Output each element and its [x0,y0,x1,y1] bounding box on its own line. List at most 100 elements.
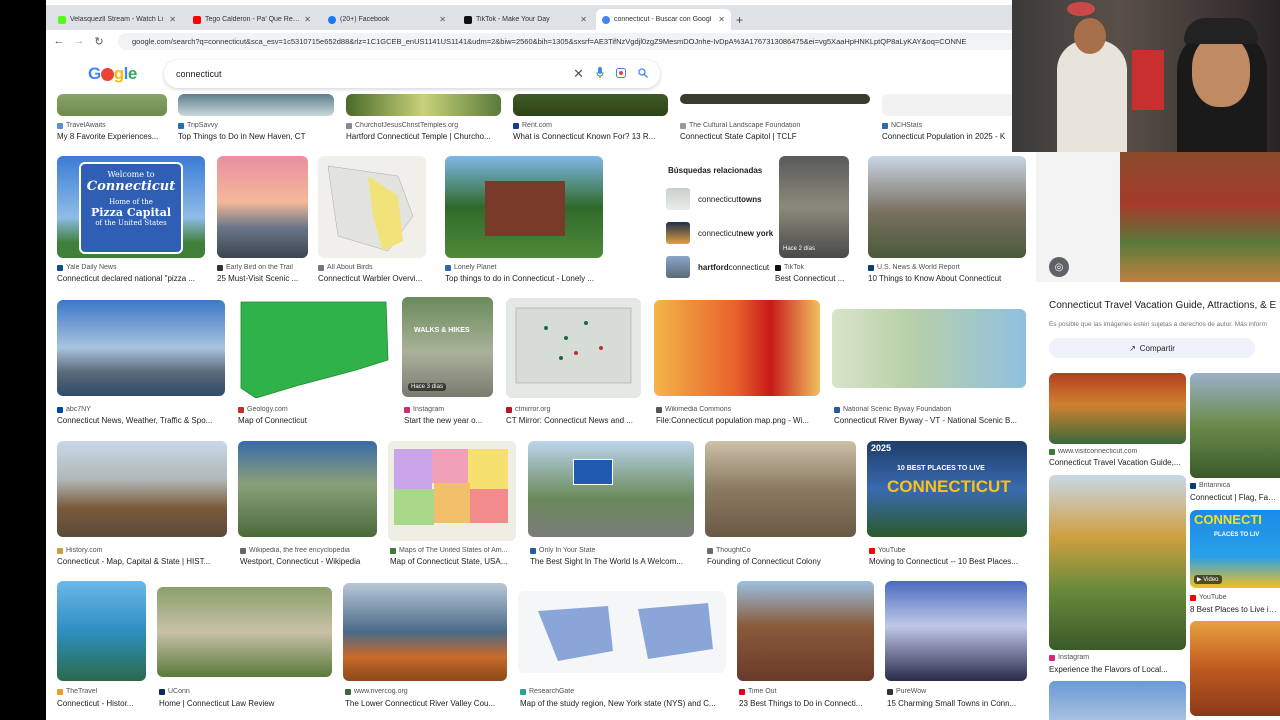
reload-icon[interactable]: ↻ [89,35,109,48]
result-image[interactable] [868,156,1026,258]
result-image[interactable] [513,94,668,116]
close-icon[interactable]: ✕ [439,15,446,24]
address-bar[interactable]: google.com/search?q=connecticut&sca_esv=… [118,33,1018,50]
related-title[interactable]: Experience the Flavors of Local... [1049,665,1186,674]
result-image-instagram[interactable]: WALKS & HIKES Hace 3 días [402,297,493,397]
result-title[interactable]: Top Things to Do in New Haven, CT [178,132,338,141]
search-box[interactable]: connecticut ✕ [164,60,660,88]
result-title[interactable]: Connecticut - Map, Capital & State | HIS… [57,557,229,566]
new-tab-button[interactable]: + [736,13,743,27]
result-title[interactable]: The Lower Connecticut River Valley Cou..… [345,699,509,708]
related-image[interactable] [1190,373,1280,478]
result-image[interactable] [57,441,227,537]
result-title[interactable]: What is Connecticut Known For? 13 R... [513,132,671,141]
result-title[interactable]: My 8 Favorite Experiences... [57,132,167,141]
result-title[interactable]: The Best Sight In The World Is A Welcom.… [530,557,690,566]
result-title[interactable]: CT Mirror: Connecticut News and ... [506,416,646,425]
video-age-badge: Hace 3 días [408,383,447,391]
result-title[interactable]: Founding of Connecticut Colony [707,557,858,566]
result-title[interactable]: Map of Connecticut State, USA... [390,557,522,566]
result-title[interactable]: File:Connecticut population map.png - Wi… [656,416,822,425]
result-image[interactable] [885,581,1027,681]
related-image[interactable] [1049,373,1186,444]
result-title[interactable]: Connecticut River Byway - VT - National … [834,416,1028,425]
result-image[interactable] [445,156,603,258]
back-icon[interactable]: ← [49,35,69,47]
microphone-icon[interactable] [596,67,604,81]
clear-icon[interactable]: ✕ [573,66,584,82]
forward-icon[interactable]: → [69,35,89,47]
result-image-welcome-sign[interactable]: Welcome to Connecticut Home of the Pizza… [57,156,205,258]
related-image-youtube[interactable]: CONNECTI PLACES TO LIV ▶ Video [1190,510,1280,588]
result-image-green-map[interactable] [236,298,391,398]
result-title[interactable]: Connecticut News, Weather, Traffic & Spo… [57,416,227,425]
result-title[interactable]: Map of the study region, New York state … [520,699,728,708]
result-image[interactable] [57,581,146,681]
tab-google-active[interactable]: connecticut - Buscar con Googl ✕ [596,9,731,30]
result-title[interactable]: Westport, Connecticut - Wikipedia [240,557,380,566]
result-title[interactable]: Connecticut Population in 2025 - K [882,132,1022,141]
search-icon[interactable] [638,67,648,81]
result-image[interactable] [157,587,332,677]
close-icon[interactable]: ✕ [580,15,587,24]
related-title[interactable]: Connecticut Travel Vacation Guide,... [1049,458,1186,467]
doll [1132,50,1164,110]
result-image-tiktok-video[interactable]: Hace 2 días [779,156,849,258]
result-image[interactable] [832,309,1026,388]
related-image[interactable] [1049,475,1186,650]
related-title[interactable]: Connecticut | Flag, Facts, H [1190,493,1280,502]
tab-youtube[interactable]: Tego Calderon - Pa' Que Retoze ✕ [187,9,317,30]
preview-title[interactable]: Connecticut Travel Vacation Guide, Attra… [1049,300,1276,311]
close-icon[interactable]: ✕ [169,15,176,24]
result-image[interactable] [346,94,501,116]
share-button[interactable]: ↗ Compartir [1049,338,1255,358]
result-title[interactable]: Moving to Connecticut -- 10 Best Places.… [869,557,1029,566]
close-icon[interactable]: ✕ [304,15,311,24]
result-image[interactable] [882,94,1018,116]
tab-kick[interactable]: Velasquezll Stream - Watch Li ✕ [52,9,182,30]
result-title[interactable]: Top things to do in Connecticut - Lonely… [445,274,625,283]
tab-facebook[interactable]: (20+) Facebook ✕ [322,9,452,30]
result-image-study-map[interactable] [518,591,726,673]
result-image[interactable] [178,94,334,116]
lens-icon[interactable] [616,67,626,81]
result-image[interactable] [57,94,167,116]
related-image[interactable] [1190,621,1280,716]
result-image-map-pins[interactable] [506,298,641,398]
result-title[interactable]: Best Connecticut ... [775,274,855,283]
result-image-county-map[interactable] [388,441,516,541]
result-title[interactable]: 10 Things to Know About Connecticut [868,274,1026,283]
result-title[interactable]: Connecticut - Histor... [57,699,149,708]
related-title[interactable]: 8 Best Places to Live in Con [1190,605,1280,614]
result-title[interactable]: Hartford Connecticut Temple | Churcho... [346,132,504,141]
result-title[interactable]: Map of Connecticut [238,416,393,425]
result-title[interactable]: Connecticut declared national "pizza ... [57,274,207,283]
result-title[interactable]: Home | Connecticut Law Review [159,699,334,708]
related-source: YouTube [1190,594,1280,601]
result-image-bird-map[interactable] [318,156,426,258]
close-icon[interactable]: ✕ [718,15,725,24]
result-source: abc7NY [57,406,225,413]
result-image[interactable] [217,156,308,258]
lens-icon[interactable]: ◎ [1049,257,1069,277]
result-image[interactable] [528,441,694,537]
result-title[interactable]: Connecticut State Capitol | TCLF [680,132,870,141]
result-image[interactable] [680,94,870,104]
result-title[interactable]: Connecticut Warbler Overvi... [318,274,434,283]
result-image[interactable] [737,581,874,681]
result-image[interactable] [343,583,507,681]
google-doodle-logo[interactable]: Ggle [88,64,137,84]
preview-image[interactable] [1120,152,1280,282]
result-image-population-map[interactable] [654,300,820,396]
result-title[interactable]: 25 Must-Visit Scenic ... [217,274,312,283]
result-image[interactable] [705,441,856,537]
tab-tiktok[interactable]: TikTok - Make Your Day ✕ [458,9,593,30]
search-input[interactable]: connecticut [176,69,573,79]
result-image[interactable] [238,441,377,537]
related-image[interactable] [1049,681,1186,720]
result-title[interactable]: 23 Best Things to Do in Connecti... [739,699,876,708]
result-image[interactable] [57,300,225,396]
result-image-youtube-video[interactable]: 2025 10 BEST PLACES TO LIVE CONNECTICUT [867,441,1027,537]
result-title[interactable]: Start the new year o... [404,416,500,425]
result-title[interactable]: 15 Charming Small Towns in Conn... [887,699,1029,708]
